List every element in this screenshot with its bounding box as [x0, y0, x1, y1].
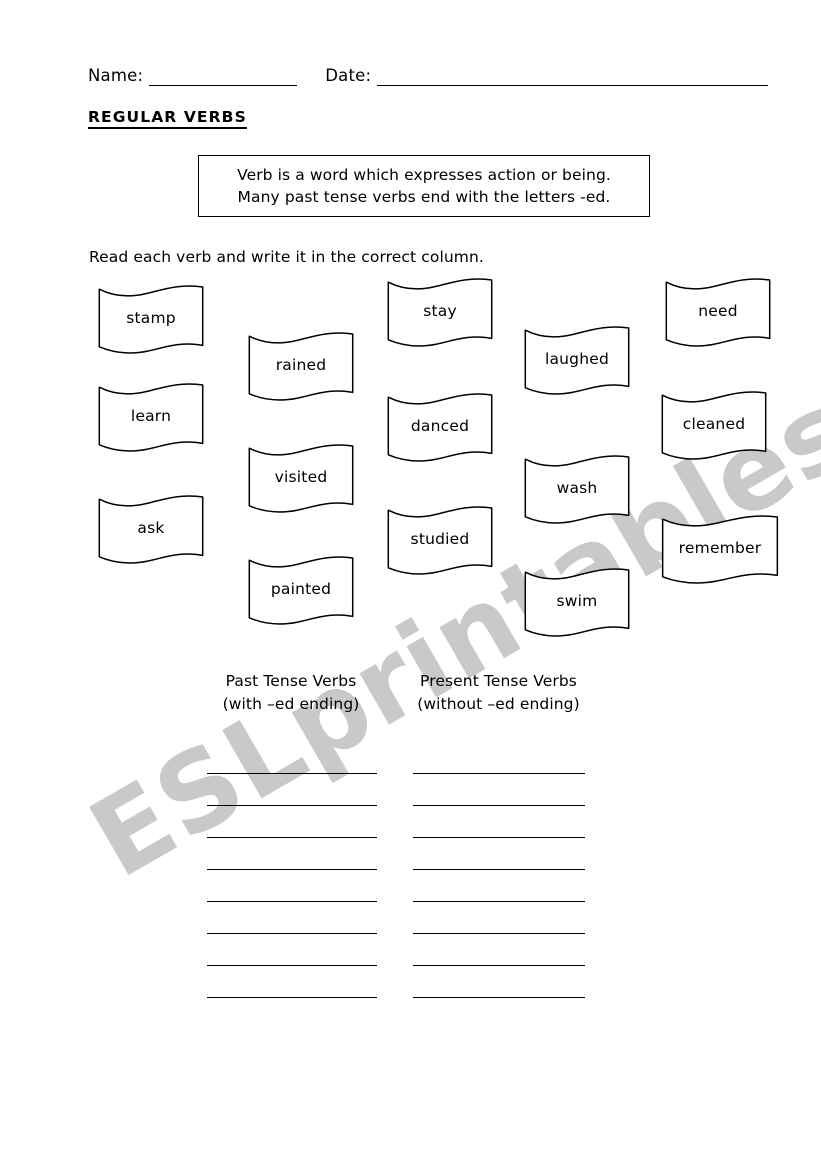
present-tense-heading-line-2: (without –ed ending) [417, 695, 580, 713]
answer-line[interactable] [413, 870, 585, 902]
answer-line[interactable] [413, 838, 585, 870]
worksheet-page: ESLprintables.com Name: Date: REGULAR VE… [0, 0, 821, 1169]
answer-line[interactable] [207, 742, 377, 774]
answer-line[interactable] [207, 774, 377, 806]
answer-line[interactable] [413, 966, 585, 998]
answer-line[interactable] [207, 806, 377, 838]
present-tense-heading-line-1: Present Tense Verbs [420, 672, 577, 690]
answer-line[interactable] [413, 902, 585, 934]
answer-area: Past Tense Verbs (with –ed ending) Prese… [0, 0, 821, 1169]
answer-column-present-tense: Present Tense Verbs (without –ed ending) [413, 670, 585, 998]
answer-line[interactable] [413, 934, 585, 966]
past-tense-heading-line-1: Past Tense Verbs [225, 672, 357, 690]
answer-line[interactable] [207, 838, 377, 870]
answer-column-past-tense: Past Tense Verbs (with –ed ending) [207, 670, 377, 998]
past-tense-answer-lines [207, 742, 377, 998]
answer-line[interactable] [207, 934, 377, 966]
present-tense-answer-lines [413, 742, 585, 998]
answer-line[interactable] [207, 966, 377, 998]
past-tense-heading-line-2: (with –ed ending) [222, 695, 360, 713]
answer-line[interactable] [207, 870, 377, 902]
answer-line[interactable] [413, 742, 585, 774]
answer-line[interactable] [413, 806, 585, 838]
answer-line[interactable] [413, 774, 585, 806]
answer-line[interactable] [207, 902, 377, 934]
